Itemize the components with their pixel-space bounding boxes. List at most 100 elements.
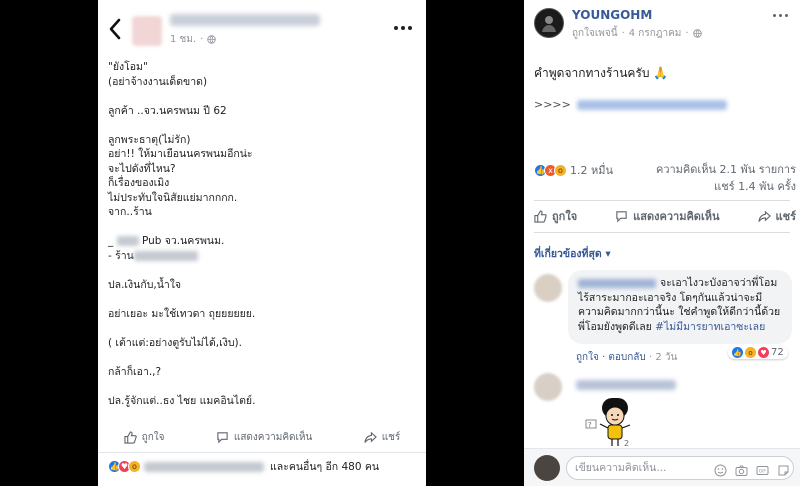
page-avatar[interactable]	[534, 8, 564, 38]
author-name-blurred[interactable]	[170, 14, 320, 26]
my-avatar[interactable]	[534, 455, 560, 481]
comment-icon	[616, 210, 627, 222]
comment-reply-link[interactable]: ตอบกลับ	[608, 352, 645, 363]
reactions-summary-text: และคนอื่นๆ อีก 480 คน	[270, 461, 380, 473]
post-line: "ยังโอม"	[108, 61, 148, 73]
reaction-icons: 👍 x o	[534, 163, 567, 177]
camera-icon[interactable]	[735, 462, 748, 476]
share-label: แชร์	[775, 210, 796, 223]
comment-hashtag[interactable]: #ไม่มีมารยาทเอาซะเลย	[655, 321, 765, 333]
comment-label: แสดงความคิดเห็น	[633, 210, 720, 223]
share-label: แชร์	[381, 431, 401, 443]
post-line: ลูกพระธาตุ(ไม่รัก)	[108, 133, 191, 146]
like-label: ถูกใจ	[552, 210, 578, 223]
shares-count[interactable]: แชร์ 1.4 พัน ครั้ง	[656, 178, 796, 195]
left-post-panel: 1 ชม. · "ยังโอม" (อย่าจ้างงานเด็ดขาด) ลู…	[98, 0, 426, 486]
divider	[534, 200, 790, 201]
wow-reaction-icon: o	[554, 163, 567, 177]
author-avatar-blurred[interactable]	[132, 16, 162, 46]
comment-time[interactable]: 2 วัน	[655, 352, 677, 363]
post-body: "ยังโอม" (อย่าจ้างงานเด็ดขาด) ลูกค้า ..จ…	[108, 60, 418, 408]
reactions-summary[interactable]: 👍 x o 1.2 หมื่น	[534, 161, 613, 179]
post-line: อย่า!! ให้มาเยือนนครพนมอีกน่ะ	[108, 148, 253, 160]
post-meta: ถูกใจเพจนี้ · 4 กรกฎาคม ·	[572, 26, 702, 41]
post-line: ปล.เงินกับ,น้ำใจ	[108, 278, 182, 291]
like-reaction-icon: 👍	[732, 347, 743, 358]
comment-icon	[217, 431, 228, 443]
link-prefix: >>>>	[534, 98, 571, 111]
redacted-link[interactable]	[576, 99, 727, 110]
reaction-count: 1.2 หมื่น	[570, 164, 614, 177]
more-options-icon[interactable]	[773, 14, 788, 17]
profile-silhouette-icon	[542, 16, 556, 32]
post-line: อย่าเยอะ มะใช้เทวดา ถุยยยยยย.	[108, 307, 256, 320]
like-button[interactable]: ถูกใจ	[534, 207, 577, 225]
post-link: >>>>	[534, 98, 727, 111]
back-arrow-icon[interactable]	[108, 18, 122, 40]
post-text: คำพูดจากทางร้านครับ 🙏	[534, 66, 669, 80]
sticker-cartoon-girl: ? 2	[585, 398, 631, 448]
left-post-header: 1 ชม. ·	[98, 0, 426, 58]
redacted-names	[144, 461, 264, 472]
redacted-text	[133, 250, 198, 261]
reactions-summary[interactable]: 👍 ♥ o และคนอื่นๆ อีก 480 คน	[108, 458, 379, 475]
comment-composer: GIF	[524, 448, 800, 486]
post-date[interactable]: 4 กรกฎาคม	[629, 26, 682, 41]
share-button[interactable]: แชร์	[757, 207, 796, 225]
comment-bubble: จะเอาไงวะบังอาจว่าพี่โอม ไร้สาระมากอะเอา…	[568, 270, 792, 344]
thumbs-up-icon	[124, 430, 137, 444]
comment-like-link[interactable]: ถูกใจ	[576, 352, 599, 363]
like-label: ถูกใจ	[141, 431, 165, 443]
post-line	[108, 118, 418, 133]
post-line: กล้าก็เอา.,?	[108, 365, 162, 378]
post-line	[108, 263, 418, 278]
post-line: (อย่าจ้างงานเด็ดขาด)	[108, 75, 208, 88]
comment-reaction-count: 72	[771, 347, 784, 358]
commenter-name-blurred[interactable]	[578, 278, 656, 288]
share-icon	[757, 210, 771, 222]
emoji-icon[interactable]	[714, 462, 727, 477]
commenter-name-blurred[interactable]	[576, 380, 676, 390]
wow-reaction-icon: o	[128, 460, 141, 473]
post-line: ( เต้าแต่:อย่างตูรับไม่ได้,เงิบ).	[108, 336, 242, 349]
svg-text:?: ?	[588, 421, 592, 429]
commenter-avatar[interactable]	[534, 373, 562, 401]
post-line	[108, 292, 418, 307]
screenshot-stage: 1 ชม. · "ยังโอม" (อย่าจ้างงานเด็ดขาด) ลู…	[0, 0, 800, 486]
commenter-avatar[interactable]	[534, 274, 562, 302]
right-action-bar: ถูกใจ แสดงความคิดเห็น แชร์	[534, 207, 796, 225]
comment-button[interactable]: แสดงความคิดเห็น	[615, 207, 720, 225]
divider	[534, 232, 790, 233]
sticker-count: 2	[624, 439, 629, 448]
liked-page-label[interactable]: ถูกใจเพจนี้	[572, 26, 618, 41]
reaction-icons: 👍 ♥ o	[108, 460, 141, 473]
post-line	[108, 89, 418, 104]
comment-reactions[interactable]: 👍 o ♥ 72	[728, 346, 788, 359]
more-options-icon[interactable]	[394, 26, 412, 30]
composer-icons: GIF	[714, 462, 790, 477]
post-stats: ความคิดเห็น 2.1 พัน รายการ แชร์ 1.4 พัน …	[656, 161, 796, 195]
sticker-icon[interactable]	[777, 462, 790, 476]
post-line: จะไปดังที่ไหน?	[108, 162, 176, 175]
post-line: _ Pub จว.นครพนม.	[108, 235, 225, 247]
post-line: จาก..ร้าน	[108, 206, 152, 218]
globe-icon	[692, 29, 702, 38]
comment-sort-dropdown[interactable]: ที่เกี่ยวข้องที่สุด ▾	[534, 245, 611, 262]
post-line	[108, 379, 418, 394]
post-line: - ร้าน	[108, 249, 418, 264]
post-line: ลูกค้า ..จว.นครพนม ปี 62	[108, 104, 227, 117]
wow-reaction-icon: o	[745, 347, 756, 358]
post-time: 1 ชม. ·	[170, 32, 217, 47]
gif-icon[interactable]: GIF	[756, 462, 769, 475]
divider	[98, 452, 426, 453]
comment-label: แสดงความคิดเห็น	[233, 431, 313, 443]
like-button[interactable]: ถูกใจ	[124, 430, 165, 445]
comments-count[interactable]: ความคิดเห็น 2.1 พัน รายการ	[656, 161, 796, 178]
post-line: ปล.รู้จักแต่..ธง ไชย แมคอินไตย์.	[108, 394, 256, 407]
comment-button[interactable]: แสดงความคิดเห็น	[216, 430, 312, 445]
thumbs-up-icon	[534, 209, 547, 223]
left-action-bar: ถูกใจ แสดงความคิดเห็น แชร์	[98, 424, 426, 450]
page-name[interactable]: YOUNGOHM	[572, 8, 652, 22]
post-time-text: 1 ชม.	[170, 34, 197, 45]
share-button[interactable]: แชร์	[364, 430, 401, 445]
